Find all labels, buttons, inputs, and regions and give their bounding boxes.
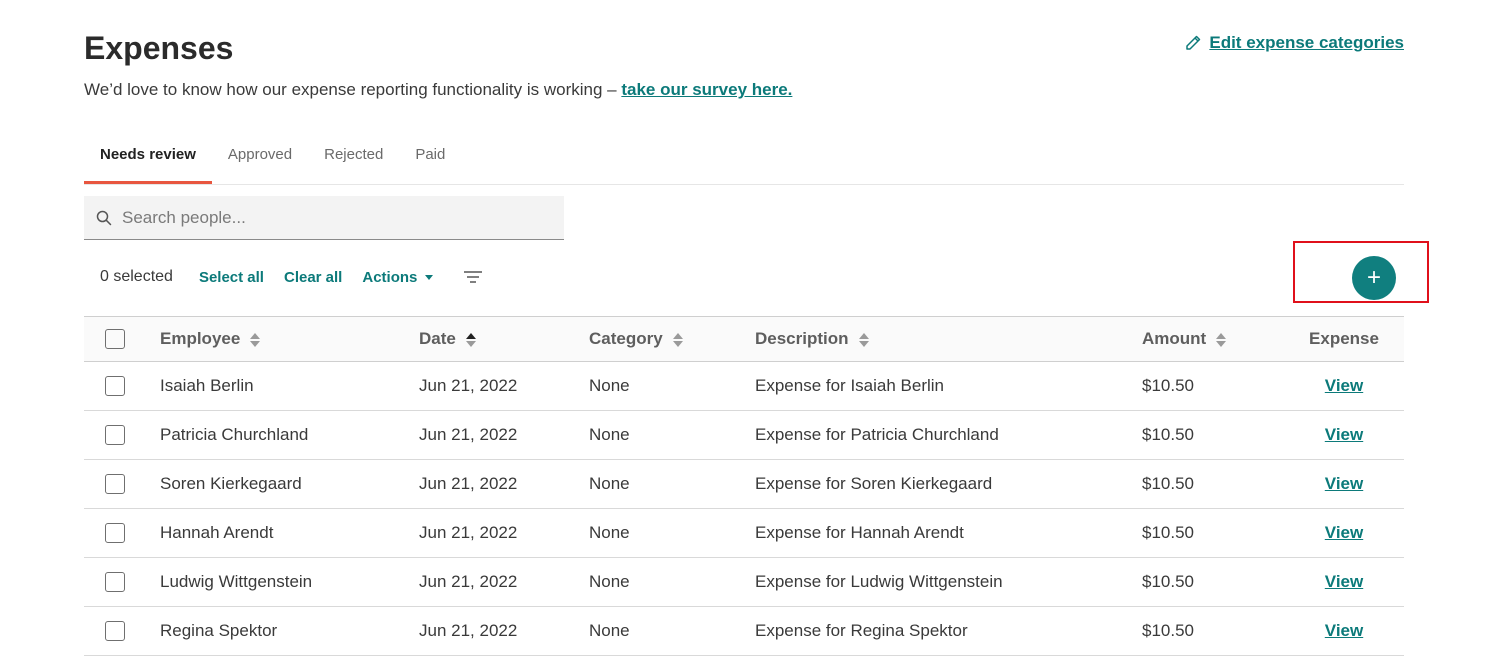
column-amount-label: Amount [1142,329,1207,348]
cell-category: None [589,410,755,460]
search-icon [96,210,112,225]
sort-icon [1216,332,1227,347]
cell-amount: $10.50 [1142,508,1284,558]
view-expense-link[interactable]: View [1325,572,1363,591]
cell-date: Jun 21, 2022 [419,361,589,411]
cell-employee: Regina Spektor [160,606,419,656]
sort-icon [858,332,869,347]
edit-expense-categories-label: Edit expense categories [1209,33,1404,52]
cell-description: Expense for Regina Spektor [755,606,1142,656]
cell-description: Expense for Isaiah Berlin [755,361,1142,411]
cell-category: None [589,459,755,509]
sort-icon [465,332,476,347]
select-all-button[interactable]: Select all [199,269,264,286]
survey-link[interactable]: take our survey here. [621,80,792,99]
cell-employee: Patricia Churchland [160,410,419,460]
cell-amount: $10.50 [1142,459,1284,509]
cell-date: Jun 21, 2022 [419,459,589,509]
tab-needs-review[interactable]: Needs review [84,132,212,184]
cell-date: Jun 21, 2022 [419,557,589,607]
chevron-down-icon [425,274,434,280]
row-checkbox[interactable] [105,523,125,543]
column-employee[interactable]: Employee [160,316,419,362]
table-row: Soren Kierkegaard Jun 21, 2022 None Expe… [84,459,1404,509]
pencil-icon [1186,35,1201,50]
cell-amount: $10.50 [1142,361,1284,411]
view-expense-link[interactable]: View [1325,621,1363,640]
cell-employee: Hannah Arendt [160,508,419,558]
table-row: Ludwig Wittgenstein Jun 21, 2022 None Ex… [84,557,1404,607]
view-expense-link[interactable]: View [1325,425,1363,444]
cell-description: Expense for Hannah Arendt [755,508,1142,558]
cell-category: None [589,606,755,656]
column-employee-label: Employee [160,329,241,348]
cell-category: None [589,508,755,558]
column-expense: Expense [1284,316,1404,362]
cell-employee: Soren Kierkegaard [160,459,419,509]
tab-rejected[interactable]: Rejected [308,132,399,184]
add-expense-button[interactable]: + [1352,256,1396,300]
cell-description: Expense for Soren Kierkegaard [755,459,1142,509]
row-checkbox[interactable] [105,376,125,396]
actions-label: Actions [362,268,418,286]
row-checkbox[interactable] [105,425,125,445]
cell-amount: $10.50 [1142,606,1284,656]
view-expense-link[interactable]: View [1325,376,1363,395]
column-date[interactable]: Date [419,316,589,362]
column-amount[interactable]: Amount [1142,316,1284,362]
table-row: Isaiah Berlin Jun 21, 2022 None Expense … [84,361,1404,411]
expenses-table: Employee Date Category Description Amoun… [84,316,1404,656]
select-all-checkbox[interactable] [105,329,125,349]
column-category-label: Category [589,329,663,348]
column-description[interactable]: Description [755,316,1142,362]
page-title: Expenses [84,30,234,66]
search-input[interactable] [120,206,544,229]
table-row: Regina Spektor Jun 21, 2022 None Expense… [84,606,1404,656]
cell-employee: Isaiah Berlin [160,361,419,411]
row-checkbox[interactable] [105,572,125,592]
tab-approved[interactable]: Approved [212,132,308,184]
cell-date: Jun 21, 2022 [419,606,589,656]
cell-category: None [589,361,755,411]
table-row: Hannah Arendt Jun 21, 2022 None Expense … [84,508,1404,558]
view-expense-link[interactable]: View [1325,474,1363,493]
view-expense-link[interactable]: View [1325,523,1363,542]
row-checkbox[interactable] [105,474,125,494]
status-tabs: Needs review Approved Rejected Paid [84,132,1404,185]
cell-date: Jun 21, 2022 [419,410,589,460]
cell-date: Jun 21, 2022 [419,508,589,558]
sort-icon [672,332,683,347]
clear-all-button[interactable]: Clear all [284,269,342,286]
tab-paid[interactable]: Paid [399,132,461,184]
row-checkbox[interactable] [105,621,125,641]
cell-amount: $10.50 [1142,410,1284,460]
column-description-label: Description [755,329,849,348]
cell-category: None [589,557,755,607]
actions-dropdown[interactable]: Actions [362,268,434,286]
cell-description: Expense for Ludwig Wittgenstein [755,557,1142,607]
selection-toolbar: 0 selected Select all Clear all Actions [100,262,483,292]
survey-text: We’d love to know how our expense report… [84,80,622,99]
edit-expense-categories-link[interactable]: Edit expense categories [1185,33,1404,53]
table-header-row: Employee Date Category Description Amoun… [84,316,1404,362]
table-row: Patricia Churchland Jun 21, 2022 None Ex… [84,410,1404,460]
cell-description: Expense for Patricia Churchland [755,410,1142,460]
filter-icon[interactable] [463,269,483,285]
column-category[interactable]: Category [589,316,755,362]
cell-amount: $10.50 [1142,557,1284,607]
column-date-label: Date [419,329,456,348]
selected-count: 0 selected [100,268,173,285]
cell-employee: Ludwig Wittgenstein [160,557,419,607]
sort-icon [250,332,261,347]
survey-message: We’d love to know how our expense report… [84,80,792,100]
search-box [84,196,564,240]
